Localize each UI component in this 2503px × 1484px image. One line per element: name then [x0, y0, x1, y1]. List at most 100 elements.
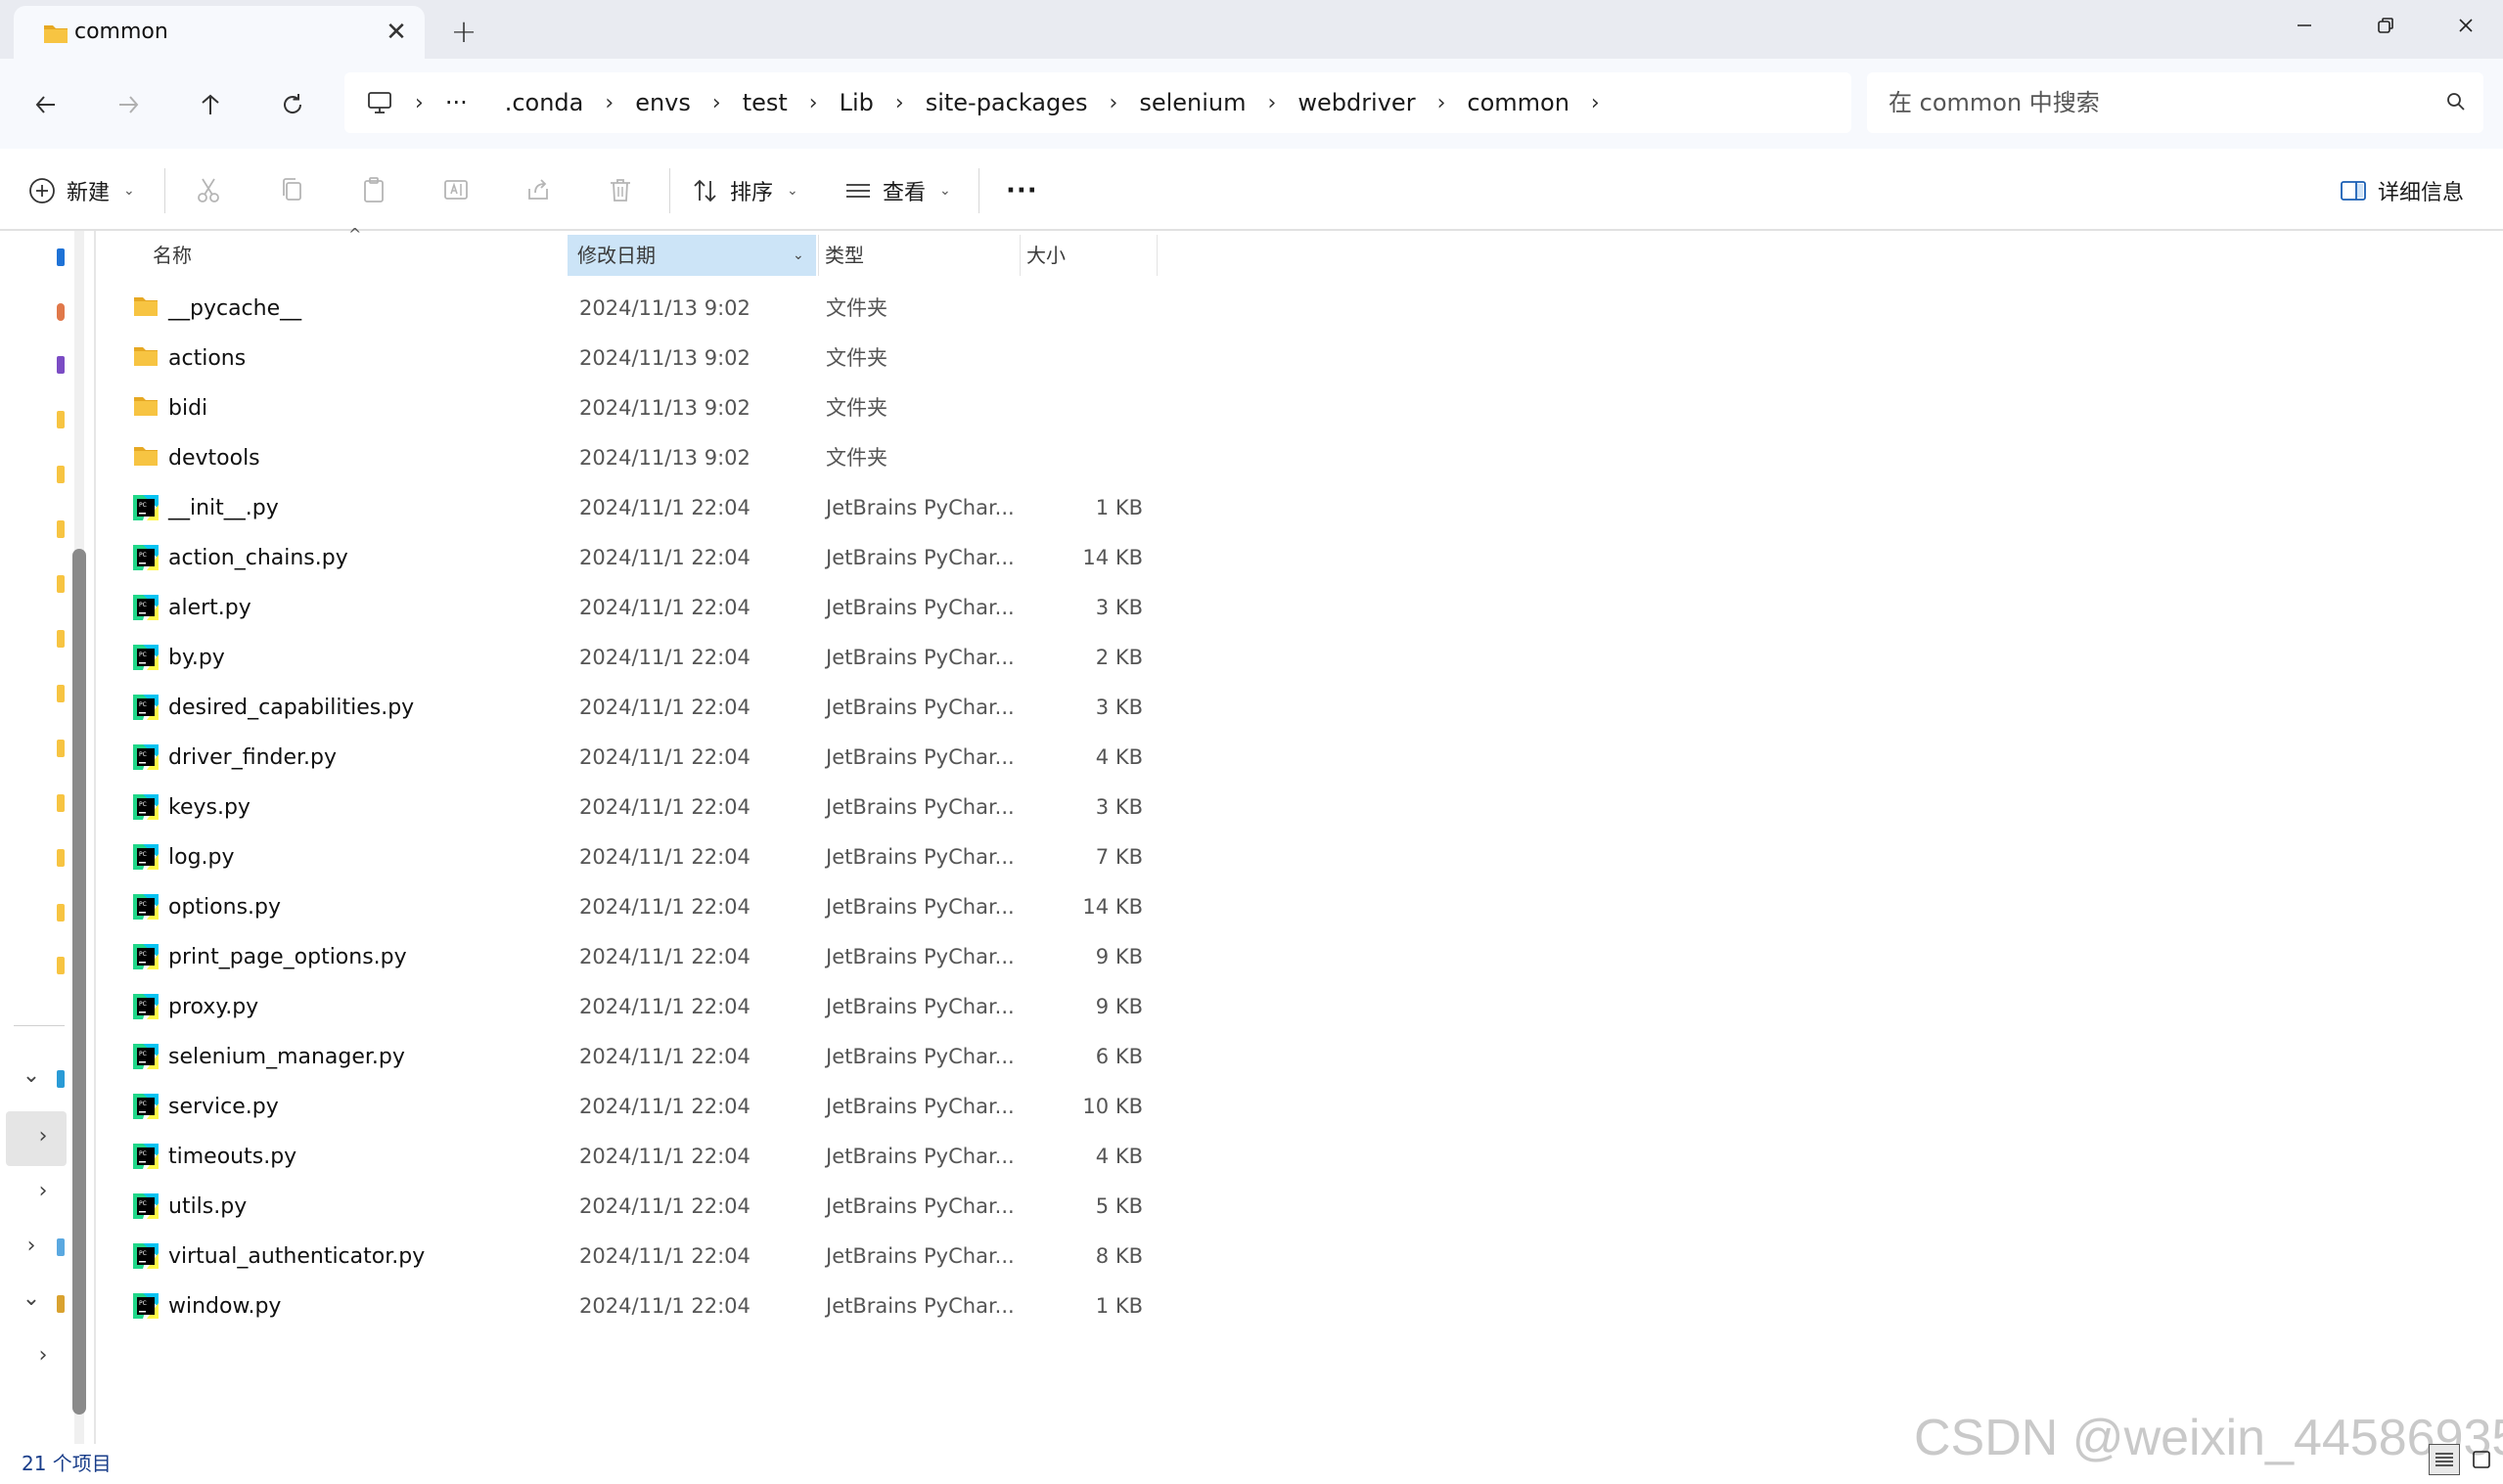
chevron-right-icon[interactable]: › — [415, 91, 424, 115]
file-row-devtools[interactable]: devtools 2024/11/13 9:02 文件夹 — [96, 433, 1172, 483]
file-row-desired-capabilities[interactable]: PC desired_capabilities.py 2024/11/1 22:… — [96, 683, 1172, 733]
sort-button[interactable]: 排序 ⌄ — [691, 166, 798, 215]
network-icon[interactable] — [57, 1238, 65, 1256]
file-row-init[interactable]: PC __init__.py 2024/11/1 22:04 JetBrains… — [96, 483, 1172, 533]
address-bar[interactable]: › ··· .conda › envs › test › Lib › site-… — [344, 72, 1851, 133]
quick-access-icon[interactable] — [57, 248, 65, 266]
drive-icon[interactable] — [57, 1295, 65, 1313]
divider — [669, 168, 670, 213]
folder-icon[interactable] — [57, 520, 65, 538]
column-header-type[interactable]: 类型 — [818, 235, 1018, 276]
folder-icon[interactable] — [57, 630, 65, 648]
forward-button[interactable] — [104, 80, 153, 129]
search-icon[interactable] — [2444, 90, 2468, 117]
breadcrumb-lib[interactable]: Lib — [840, 89, 874, 116]
folder-icon[interactable] — [57, 466, 65, 483]
expand-chevron-down-icon[interactable]: ⌄ — [20, 1287, 43, 1311]
breadcrumb-envs[interactable]: envs — [635, 89, 691, 116]
tab-close-icon[interactable]: ✕ — [380, 16, 413, 49]
back-button[interactable] — [22, 80, 70, 129]
up-button[interactable] — [186, 80, 235, 129]
this-pc-icon[interactable] — [366, 90, 393, 115]
onedrive-icon[interactable] — [57, 1070, 65, 1088]
column-header-name[interactable]: 名称 — [153, 235, 192, 276]
chevron-right-icon[interactable]: › — [31, 1344, 55, 1368]
breadcrumb-conda[interactable]: .conda — [505, 89, 584, 116]
nav-pane-scrollbar-thumb[interactable] — [72, 549, 86, 1415]
folder-icon[interactable] — [57, 904, 65, 922]
file-type: JetBrains PyChar... — [826, 496, 1015, 519]
gallery-icon[interactable] — [57, 303, 65, 321]
chevron-right-icon[interactable]: › — [895, 91, 904, 115]
restore-button[interactable] — [2356, 6, 2415, 45]
details-view-button[interactable] — [2429, 1444, 2460, 1475]
file-row-actions[interactable]: actions 2024/11/13 9:02 文件夹 — [96, 334, 1172, 383]
details-pane-button[interactable]: 详细信息 — [2339, 166, 2464, 215]
file-row-service[interactable]: PC service.py 2024/11/1 22:04 JetBrains … — [96, 1082, 1172, 1132]
file-row-driver-finder[interactable]: PC driver_finder.py 2024/11/1 22:04 JetB… — [96, 733, 1172, 783]
large-icons-view-button[interactable] — [2466, 1444, 2497, 1475]
minimize-button[interactable] — [2275, 6, 2334, 45]
folder-icon[interactable] — [57, 794, 65, 812]
chevron-down-icon[interactable]: ⌄ — [793, 235, 804, 276]
folder-icon[interactable] — [57, 849, 65, 867]
file-row-alert[interactable]: PC alert.py 2024/11/1 22:04 JetBrains Py… — [96, 583, 1172, 633]
file-row-utils[interactable]: PC utils.py 2024/11/1 22:04 JetBrains Py… — [96, 1182, 1172, 1232]
file-row-selenium-manager[interactable]: PC selenium_manager.py 2024/11/1 22:04 J… — [96, 1032, 1172, 1082]
pinned-folder-icon[interactable] — [57, 356, 65, 374]
breadcrumb-site-packages[interactable]: site-packages — [926, 89, 1088, 116]
rename-button[interactable] — [436, 170, 476, 209]
new-button[interactable]: 新建 ⌄ — [27, 166, 135, 215]
breadcrumb-selenium[interactable]: selenium — [1139, 89, 1246, 116]
folder-icon[interactable] — [57, 575, 65, 593]
expand-chevron-down-icon[interactable]: ⌄ — [20, 1064, 43, 1088]
breadcrumb-test[interactable]: test — [743, 89, 788, 116]
file-row-pycache[interactable]: __pycache__ 2024/11/13 9:02 文件夹 — [96, 284, 1172, 334]
chevron-right-icon[interactable]: › — [809, 91, 818, 115]
file-date: 2024/11/1 22:04 — [579, 745, 751, 769]
chevron-right-icon[interactable]: › — [1268, 91, 1277, 115]
file-row-window[interactable]: PC window.py 2024/11/1 22:04 JetBrains P… — [96, 1282, 1172, 1331]
breadcrumb-more[interactable]: ··· — [445, 89, 468, 116]
cut-button[interactable] — [189, 170, 228, 209]
file-row-by[interactable]: PC by.py 2024/11/1 22:04 JetBrains PyCha… — [96, 633, 1172, 683]
chevron-right-icon[interactable]: › — [605, 91, 614, 115]
file-row-keys[interactable]: PC keys.py 2024/11/1 22:04 JetBrains PyC… — [96, 783, 1172, 832]
breadcrumb-webdriver[interactable]: webdriver — [1297, 89, 1415, 116]
new-tab-button[interactable]: + — [446, 14, 481, 49]
delete-button[interactable] — [601, 170, 640, 209]
chevron-right-icon[interactable]: › — [20, 1235, 43, 1258]
chevron-right-icon[interactable]: › — [1437, 91, 1446, 115]
folder-icon[interactable] — [57, 685, 65, 702]
window-close-button[interactable] — [2436, 6, 2495, 45]
file-row-print-page-options[interactable]: PC print_page_options.py 2024/11/1 22:04… — [96, 932, 1172, 982]
column-header-date[interactable]: 修改日期 — [568, 235, 816, 276]
chevron-right-icon[interactable]: › — [1110, 91, 1118, 115]
search-box[interactable] — [1867, 72, 2483, 133]
column-divider[interactable] — [1157, 235, 1158, 276]
breadcrumb-common[interactable]: common — [1467, 89, 1570, 116]
folder-icon[interactable] — [57, 411, 65, 428]
paste-button[interactable] — [354, 170, 393, 209]
chevron-right-icon[interactable]: › — [712, 91, 721, 115]
file-row-virtual-authenticator[interactable]: PC virtual_authenticator.py 2024/11/1 22… — [96, 1232, 1172, 1282]
file-row-timeouts[interactable]: PC timeouts.py 2024/11/1 22:04 JetBrains… — [96, 1132, 1172, 1182]
more-options-button[interactable]: ··· — [1006, 166, 1038, 215]
file-row-bidi[interactable]: bidi 2024/11/13 9:02 文件夹 — [96, 383, 1172, 433]
chevron-right-icon[interactable]: › — [1591, 91, 1600, 115]
folder-icon[interactable] — [57, 740, 65, 757]
view-button[interactable]: 查看 ⌄ — [843, 166, 951, 215]
chevron-right-icon[interactable]: › — [31, 1180, 55, 1203]
copy-button[interactable] — [272, 170, 311, 209]
file-row-proxy[interactable]: PC proxy.py 2024/11/1 22:04 JetBrains Py… — [96, 982, 1172, 1032]
tab-common[interactable]: common ✕ — [14, 6, 425, 59]
file-row-options[interactable]: PC options.py 2024/11/1 22:04 JetBrains … — [96, 882, 1172, 932]
share-button[interactable] — [519, 170, 558, 209]
search-input[interactable] — [1889, 72, 2417, 133]
file-row-log[interactable]: PC log.py 2024/11/1 22:04 JetBrains PyCh… — [96, 832, 1172, 882]
folder-icon[interactable] — [57, 957, 65, 974]
refresh-button[interactable] — [268, 80, 317, 129]
chevron-right-icon[interactable]: › — [31, 1125, 55, 1148]
column-header-size[interactable]: 大小 — [1020, 235, 1157, 276]
file-row-action-chains[interactable]: PC action_chains.py 2024/11/1 22:04 JetB… — [96, 533, 1172, 583]
